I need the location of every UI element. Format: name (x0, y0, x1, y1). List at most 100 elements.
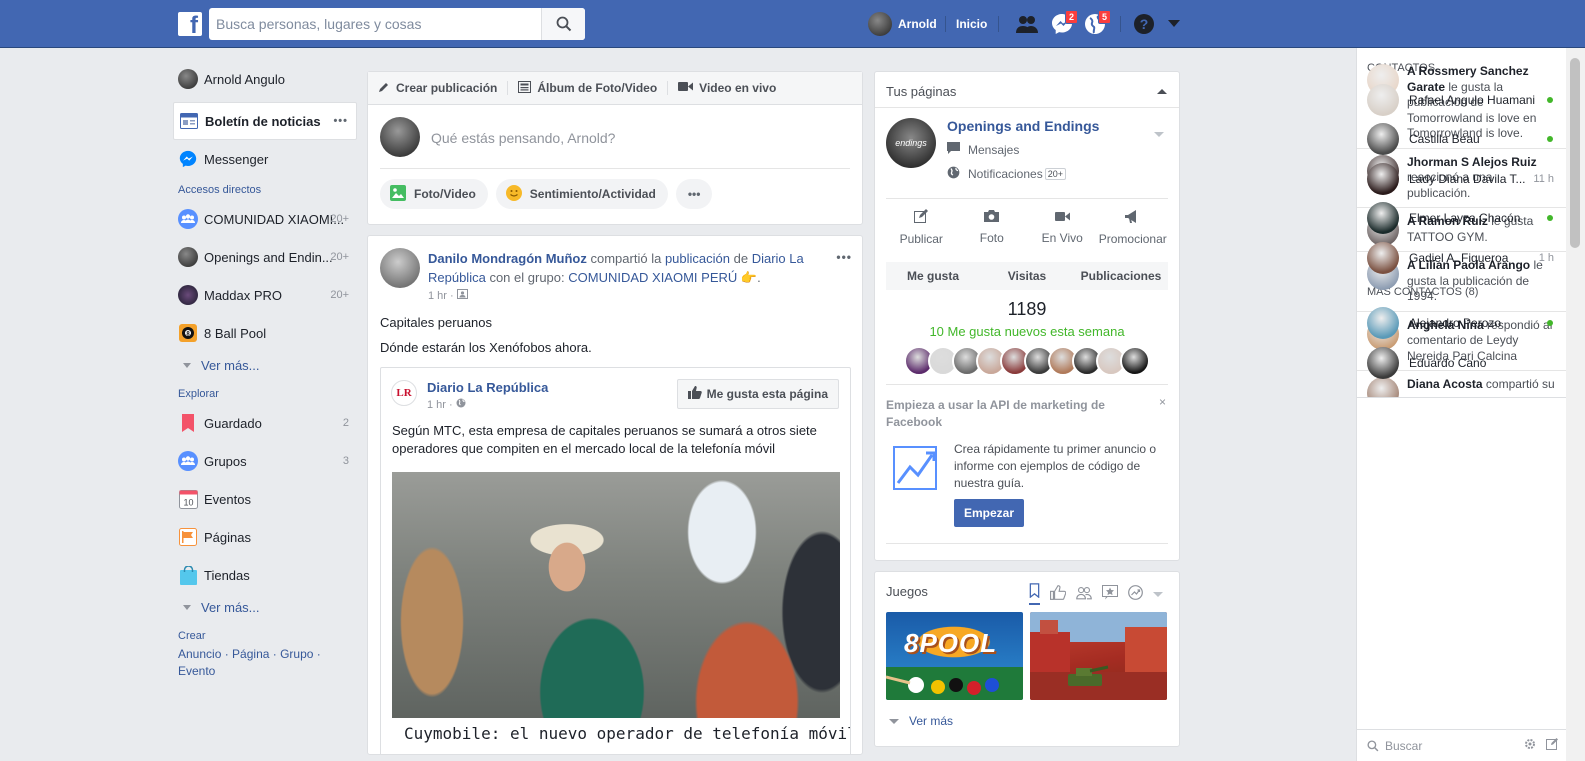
tab-likes[interactable]: Me gusta (886, 269, 980, 283)
facebook-logo[interactable]: f (178, 12, 202, 36)
author-avatar[interactable] (380, 248, 420, 288)
page-dropdown-icon[interactable] (1154, 132, 1164, 137)
trending-icon[interactable] (1128, 585, 1143, 603)
notifications-globe-icon[interactable]: 5 (1083, 10, 1111, 36)
like-page-button[interactable]: Me gusta esta página (676, 379, 839, 409)
game-tile-8-ball-pool[interactable]: 8POOL (886, 612, 1023, 700)
tab-publications[interactable]: Publicaciones (1074, 269, 1168, 283)
divider (945, 16, 946, 32)
contact-item[interactable]: Castilla Beau (1357, 120, 1566, 160)
sidebar-item-label: Openings and Endin... (204, 249, 333, 265)
sidebar-item-label: Boletín de noticias (205, 113, 321, 129)
see-more-explore-link[interactable]: Ver más... (173, 594, 357, 620)
tab-photo-album[interactable]: Álbum de Foto/Video (518, 80, 657, 96)
page-name-link[interactable]: Openings and Endings (947, 118, 1099, 134)
sidebar-item-profile[interactable]: Arnold Angulo (173, 64, 357, 94)
get-started-button[interactable]: Empezar (954, 499, 1025, 527)
contact-item[interactable]: Elmer Layza Chacón (1357, 199, 1566, 239)
account-menu-icon[interactable] (1162, 12, 1186, 36)
link-label: Notificaciones (968, 167, 1043, 181)
sidebar-item-pages[interactable]: Páginas (173, 518, 357, 556)
collapse-icon[interactable] (1157, 89, 1167, 94)
promote-button[interactable]: Promocionar (1098, 199, 1169, 256)
shared-timestamp[interactable]: 1 hr · (427, 398, 466, 411)
post-options-icon[interactable]: ••• (836, 250, 852, 264)
more-options-button[interactable]: ••• (675, 179, 713, 209)
tab-label: Crear publicación (396, 81, 498, 95)
chat-search-input[interactable] (1385, 738, 1505, 753)
tab-create-post[interactable]: Crear publicación (378, 81, 497, 96)
scrollbar-thumb[interactable] (1570, 58, 1580, 248)
gear-icon[interactable] (1524, 738, 1536, 753)
sidebar-item-label: Messenger (204, 151, 269, 167)
photo-video-button[interactable]: Foto/Video (380, 179, 488, 209)
sidebar-item-maddax-pro[interactable]: Maddax PRO 20+ (173, 276, 357, 314)
help-icon[interactable]: ? (1132, 12, 1156, 36)
group-link[interactable]: COMUNIDAD XIAOMI PERÚ (568, 270, 737, 285)
create-event-link[interactable]: Evento (178, 664, 215, 678)
svg-text:?: ? (1140, 16, 1149, 32)
see-more-shortcuts-link[interactable]: Ver más... (173, 352, 357, 378)
featured-star-icon[interactable] (1102, 585, 1118, 603)
search-button[interactable] (541, 8, 585, 40)
live-button[interactable]: En Vivo (1027, 199, 1098, 256)
likes-count: 1189 (1007, 299, 1047, 319)
create-ad-link[interactable]: Anuncio (178, 647, 221, 661)
chevron-down-icon[interactable] (1153, 591, 1163, 597)
sidebar-item-shops[interactable]: Tiendas (173, 556, 357, 594)
article-headline[interactable]: Cuymobile: el nuevo operador de telefoní… (392, 724, 850, 743)
sidebar-item-news-feed[interactable]: Boletín de noticias ••• (173, 102, 357, 140)
messenger-icon[interactable]: 2 (1050, 10, 1078, 36)
friends-icon[interactable] (1076, 586, 1092, 603)
contact-item[interactable]: Rafael Angulo Huamani (1357, 80, 1566, 120)
more-options-icon[interactable]: ••• (333, 115, 348, 127)
sidebar-item-8-ball-pool[interactable]: 8 8 Ball Pool (173, 314, 357, 352)
shared-post[interactable]: LR Diario La República 1 hr · Me gusta e… (380, 367, 851, 754)
publish-button[interactable]: Publicar (886, 199, 957, 256)
tab-visits[interactable]: Visitas (980, 269, 1074, 283)
thumbs-up-icon[interactable] (1050, 585, 1067, 603)
page-avatar[interactable]: endings (886, 118, 936, 168)
new-message-icon[interactable] (1546, 738, 1558, 753)
feeling-activity-button[interactable]: Sentimiento/Actividad (495, 179, 668, 209)
sidebar-item-events[interactable]: 10 Eventos (173, 480, 357, 518)
post-timestamp[interactable]: 1 hr · (428, 289, 468, 302)
search-input[interactable] (209, 8, 539, 40)
create-page-link[interactable]: Página (232, 647, 269, 661)
pool-balls-art (886, 667, 1023, 700)
author-link[interactable]: Danilo Mondragón Muñoz (428, 251, 587, 266)
page-logo[interactable]: LR (391, 380, 417, 406)
avatar (1367, 307, 1399, 340)
liker-avatar[interactable] (1120, 346, 1150, 376)
shared-post-photo[interactable] (392, 472, 840, 718)
sidebar-item-groups[interactable]: Grupos 3 (173, 442, 357, 480)
tab-live-video[interactable]: Video en vivo (678, 81, 776, 95)
contact-item[interactable]: Eduardo Cano (1357, 343, 1566, 383)
profile-link[interactable]: Arnold (868, 12, 937, 36)
close-icon[interactable]: × (1159, 395, 1166, 409)
search-icon (556, 16, 571, 32)
divider (998, 16, 999, 32)
contact-item[interactable]: Alejandro Perozo (1357, 304, 1566, 344)
photo-button[interactable]: Foto (957, 199, 1028, 256)
create-group-link[interactable]: Grupo (280, 647, 313, 661)
home-link[interactable]: Inicio (956, 17, 987, 31)
game-tile-tank[interactable] (1030, 612, 1167, 700)
bookmark-icon[interactable] (1029, 583, 1040, 605)
publication-link[interactable]: publicación (665, 251, 730, 266)
see-more-games-link[interactable]: Ver más (889, 714, 953, 728)
composer-input-area[interactable]: Qué estás pensando, Arnold? (380, 105, 850, 169)
page-notifications-link[interactable]: Notificaciones 20+ (947, 166, 1066, 182)
contact-item[interactable]: Lady Diana Davila T... 11 h (1357, 159, 1566, 199)
page-scrollbar[interactable] (1566, 48, 1585, 761)
page-summary: endings Openings and Endings Mensajes No… (875, 108, 1179, 198)
sidebar-item-messenger[interactable]: Messenger (173, 140, 357, 178)
sidebar-item-openings-and-endings[interactable]: Openings and Endin... 20+ (173, 238, 357, 276)
shared-page-link[interactable]: Diario La República (427, 380, 548, 395)
composer-prompt[interactable]: Qué estás pensando, Arnold? (431, 130, 615, 146)
friend-requests-icon[interactable] (1015, 12, 1039, 36)
sidebar-item-saved[interactable]: Guardado 2 (173, 404, 357, 442)
page-messages-link[interactable]: Mensajes (947, 142, 1019, 157)
contact-item[interactable]: Gadiel A. Figueroa 1 h (1357, 238, 1566, 278)
sidebar-item-comunidad-xiaomi[interactable]: COMUNIDAD XIAOMI... 20+ (173, 200, 357, 238)
